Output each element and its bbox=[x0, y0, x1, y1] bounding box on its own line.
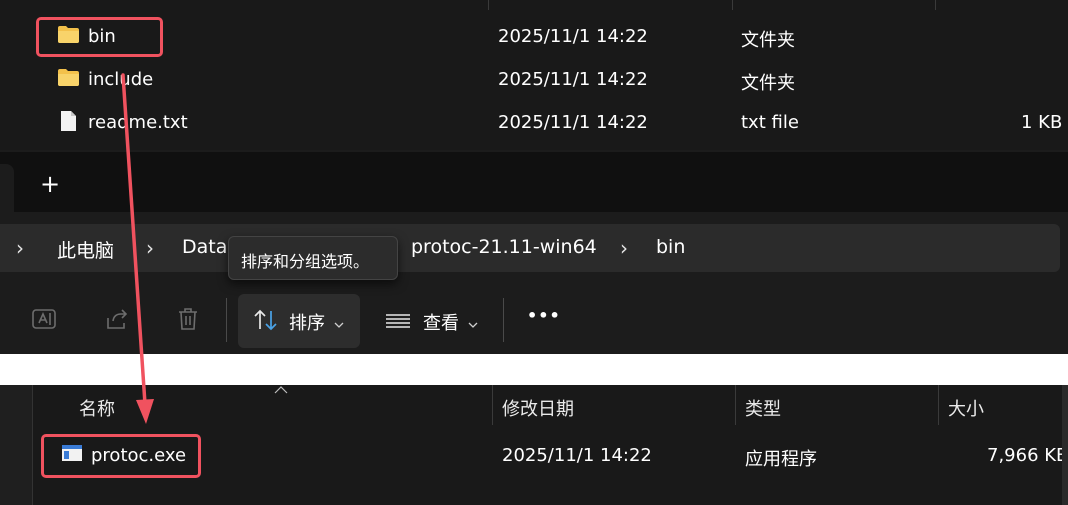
tooltip: 排序和分组选项。 bbox=[228, 236, 398, 280]
file-size: 7,966 KB bbox=[987, 445, 1068, 466]
file-date: 2025/11/1 14:22 bbox=[498, 112, 648, 133]
view-label: 查看 bbox=[423, 313, 459, 334]
file-name: include bbox=[88, 69, 154, 90]
tab-edge bbox=[0, 164, 14, 212]
column-header-name[interactable]: 名称 bbox=[79, 395, 115, 421]
column-header-type[interactable]: 类型 bbox=[745, 395, 781, 421]
breadcrumb-item[interactable]: protoc-21.11-win64 bbox=[411, 236, 597, 258]
more-options-button[interactable]: ••• bbox=[527, 306, 561, 325]
text-file-icon bbox=[60, 110, 77, 137]
sort-button[interactable]: 排序 bbox=[238, 294, 360, 348]
chevron-right-icon: › bbox=[146, 236, 154, 260]
toolbar-divider bbox=[226, 298, 227, 342]
chevron-down-icon bbox=[334, 314, 344, 333]
highlight-box-protoc bbox=[41, 434, 201, 478]
file-date: 2025/11/1 14:22 bbox=[498, 26, 648, 47]
sort-ascending-icon bbox=[274, 379, 288, 398]
tooltip-text: 排序和分组选项。 bbox=[241, 252, 370, 271]
column-header-date[interactable]: 修改日期 bbox=[502, 395, 574, 421]
highlight-box-bin bbox=[36, 17, 163, 57]
chevron-right-icon: › bbox=[620, 236, 628, 260]
address-bar[interactable]: › 此电脑 › Data protoc-21.11-win64 › bin bbox=[0, 224, 1060, 272]
tab-bar: + bbox=[0, 152, 1068, 212]
scrollbar[interactable] bbox=[1062, 385, 1068, 505]
trash-icon[interactable] bbox=[175, 306, 201, 336]
chevron-right-icon: › bbox=[16, 236, 24, 260]
view-button[interactable]: 查看 bbox=[378, 294, 486, 348]
file-size: 1 KB bbox=[1021, 112, 1063, 133]
new-tab-button[interactable]: + bbox=[40, 172, 60, 196]
file-name: readme.txt bbox=[88, 112, 188, 133]
top-file-list: bin 2025/11/1 14:22 文件夹 include 2025/11/… bbox=[0, 0, 1068, 150]
bin-file-list: 名称 修改日期 类型 大小 protoc.exe 2025/11/1 14:22… bbox=[0, 385, 1068, 505]
file-type: txt file bbox=[741, 112, 799, 133]
column-divider bbox=[732, 0, 733, 10]
breadcrumb-item[interactable]: Data bbox=[182, 236, 227, 258]
share-icon[interactable] bbox=[104, 306, 130, 336]
list-item[interactable]: include 2025/11/1 14:22 文件夹 bbox=[0, 59, 1068, 99]
breadcrumb-item[interactable]: bin bbox=[656, 236, 685, 258]
column-header-size[interactable]: 大小 bbox=[948, 395, 984, 421]
breadcrumb-item[interactable]: 此电脑 bbox=[57, 236, 114, 263]
explorer-chrome: + › 此电脑 › Data protoc-21.11-win64 › bin … bbox=[0, 150, 1068, 354]
list-item[interactable]: readme.txt 2025/11/1 14:22 txt file 1 KB bbox=[0, 102, 1068, 142]
file-date: 2025/11/1 14:22 bbox=[498, 69, 648, 90]
column-divider bbox=[735, 385, 736, 425]
chevron-down-icon bbox=[468, 314, 478, 333]
column-divider bbox=[935, 0, 936, 10]
file-type: 文件夹 bbox=[741, 73, 795, 94]
file-type: 应用程序 bbox=[745, 449, 817, 470]
folder-icon bbox=[57, 68, 80, 92]
command-bar: 排序 查看 ••• bbox=[0, 284, 1068, 354]
view-list-icon bbox=[385, 313, 411, 333]
column-divider bbox=[938, 385, 939, 425]
column-divider bbox=[492, 385, 493, 425]
file-type: 文件夹 bbox=[741, 30, 795, 51]
rename-icon[interactable] bbox=[31, 306, 57, 336]
toolbar-divider bbox=[503, 298, 504, 342]
sort-label: 排序 bbox=[289, 313, 325, 334]
file-date: 2025/11/1 14:22 bbox=[502, 445, 652, 466]
column-divider bbox=[488, 0, 489, 10]
sort-icon bbox=[253, 308, 279, 336]
